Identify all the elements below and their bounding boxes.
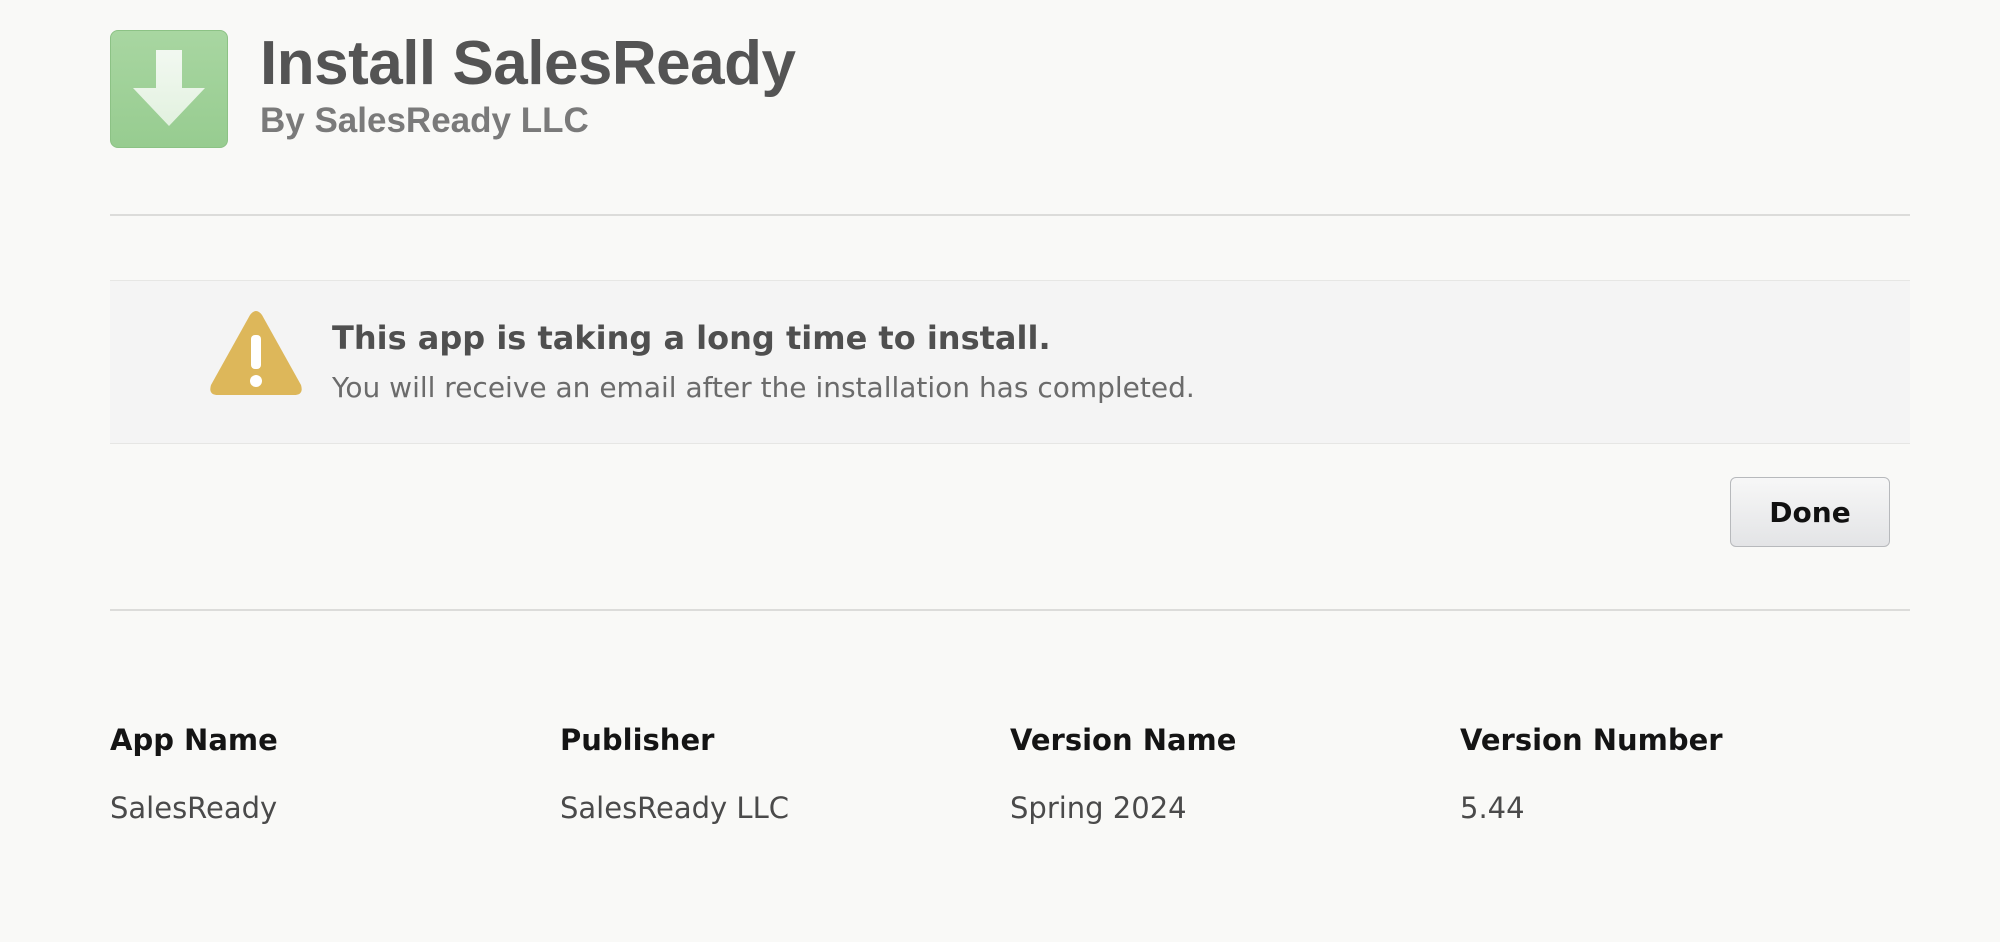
page-title: Install SalesReady — [260, 29, 796, 98]
detail-value: Spring 2024 — [1010, 791, 1187, 825]
warning-triangle-icon — [210, 311, 302, 395]
detail-label: Publisher — [560, 723, 715, 757]
app-icon — [110, 30, 228, 148]
install-notice-banner: This app is taking a long time to instal… — [110, 280, 1910, 444]
notice-title: This app is taking a long time to instal… — [332, 319, 1051, 357]
install-page: Install SalesReady By SalesReady LLC Thi… — [0, 0, 2000, 942]
detail-value: SalesReady — [110, 791, 278, 825]
detail-label: Version Name — [1010, 723, 1237, 757]
app-details: App Name SalesReady Publisher SalesReady… — [110, 720, 1910, 828]
detail-app-name: App Name SalesReady — [110, 720, 560, 828]
detail-value: SalesReady LLC — [560, 791, 789, 825]
detail-publisher: Publisher SalesReady LLC — [560, 720, 1010, 828]
detail-version-number: Version Number 5.44 — [1460, 720, 1910, 828]
page-subtitle: By SalesReady LLC — [260, 101, 589, 140]
page-header: Install SalesReady By SalesReady LLC — [110, 28, 796, 148]
detail-label: Version Number — [1460, 723, 1723, 757]
done-button[interactable]: Done — [1730, 477, 1890, 547]
detail-version-name: Version Name Spring 2024 — [1010, 720, 1460, 828]
title-block: Install SalesReady By SalesReady LLC — [260, 28, 796, 142]
notice-message: You will receive an email after the inst… — [332, 371, 1195, 404]
header-divider — [110, 214, 1910, 216]
detail-label: App Name — [110, 723, 278, 757]
download-arrow-icon — [133, 50, 205, 126]
detail-value: 5.44 — [1460, 791, 1525, 825]
details-divider — [110, 609, 1910, 611]
